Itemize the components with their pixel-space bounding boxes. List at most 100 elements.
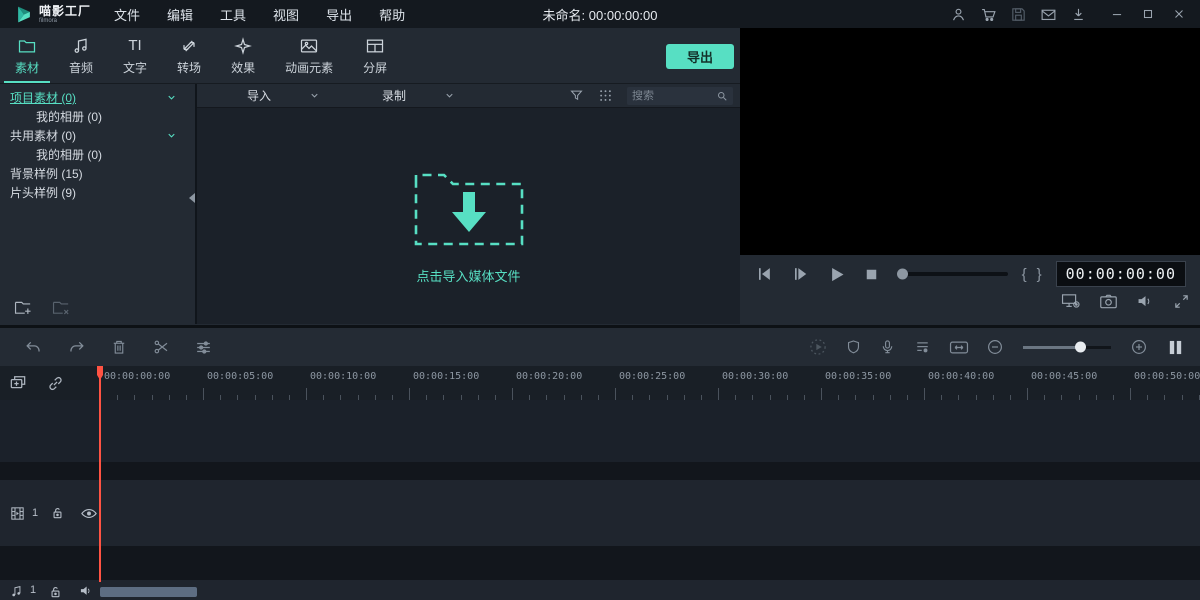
tree-item-project-media[interactable]: 项目素材 (0)	[0, 88, 195, 107]
timeline-ruler-row: 00:00:00:0000:00:05:0000:00:10:0000:00:1…	[0, 366, 1200, 400]
collapse-panel-icon[interactable]	[188, 192, 196, 204]
undo-icon[interactable]	[24, 338, 43, 357]
audio-mixer-icon[interactable]	[913, 338, 932, 356]
tab-audio[interactable]: 音频	[54, 28, 108, 83]
tab-transition[interactable]: 转场	[162, 28, 216, 83]
tree-item-shared-media[interactable]: 共用素材 (0)	[0, 126, 195, 145]
transition-arrows-icon	[179, 36, 199, 56]
import-dropdown[interactable]: 导入	[247, 87, 320, 104]
mark-out-button[interactable]: }	[1037, 266, 1042, 283]
search-input[interactable]	[632, 90, 716, 102]
folder-icon	[17, 36, 37, 56]
filter-icon[interactable]	[569, 88, 584, 103]
zoom-slider-handle[interactable]	[1075, 342, 1086, 353]
ruler-label: 00:00:30:00	[722, 371, 788, 382]
menu-edit[interactable]: 编辑	[167, 5, 193, 24]
record-dropdown[interactable]: 录制	[382, 87, 455, 104]
account-icon[interactable]	[950, 6, 967, 23]
close-button[interactable]	[1172, 7, 1186, 21]
tab-label: 音频	[69, 59, 93, 76]
preview-panel: { } 00:00:00:00	[740, 28, 1200, 325]
fullscreen-icon[interactable]	[1173, 293, 1190, 310]
play-button[interactable]	[826, 264, 847, 285]
menu-help[interactable]: 帮助	[379, 5, 405, 24]
tab-label: 转场	[177, 59, 201, 76]
tab-effects[interactable]: 效果	[216, 28, 270, 83]
lock-track-icon[interactable]	[50, 505, 65, 521]
previous-frame-button[interactable]	[754, 264, 774, 284]
timeline-empty-lane[interactable]	[0, 400, 1200, 462]
split-scissors-icon[interactable]	[152, 338, 170, 356]
playhead-line[interactable]	[99, 378, 101, 582]
ruler-label: 00:00:45:00	[1031, 371, 1097, 382]
tab-text[interactable]: TI 文字	[108, 28, 162, 83]
ruler[interactable]: 00:00:00:0000:00:05:0000:00:10:0000:00:1…	[100, 366, 1200, 400]
delete-icon[interactable]	[110, 338, 128, 356]
menu-view[interactable]: 视图	[273, 5, 299, 24]
delete-folder-icon[interactable]	[52, 298, 72, 316]
tree-item-my-album-1[interactable]: 我的相册 (0)	[0, 107, 195, 126]
sparkle-icon	[233, 36, 253, 56]
stop-button[interactable]	[862, 265, 881, 284]
volume-icon[interactable]	[1136, 293, 1155, 310]
video-track[interactable]: 1	[0, 480, 1200, 546]
properties-sliders-icon[interactable]	[194, 338, 213, 357]
redo-icon[interactable]	[67, 338, 86, 357]
panel-layout-icon[interactable]	[1165, 337, 1186, 358]
tree-item-label: 我的相册 (0)	[36, 108, 102, 125]
mark-in-button[interactable]: {	[1022, 266, 1027, 283]
tab-label: 动画元素	[285, 59, 333, 76]
tab-media[interactable]: 素材	[0, 28, 54, 83]
add-track-icon[interactable]	[8, 373, 28, 393]
playback-controls: { } 00:00:00:00	[740, 255, 1200, 325]
mail-icon[interactable]	[1040, 6, 1057, 23]
ruler-major-tick	[306, 388, 307, 400]
search-icon[interactable]	[716, 90, 728, 102]
video-viewport[interactable]	[740, 28, 1200, 255]
minimize-button[interactable]	[1110, 7, 1124, 21]
fit-timeline-icon[interactable]	[949, 339, 969, 356]
microphone-icon[interactable]	[879, 338, 896, 356]
tree-item-label: 共用素材 (0)	[10, 127, 76, 144]
shield-icon[interactable]	[845, 338, 862, 356]
maximize-button[interactable]	[1141, 7, 1155, 21]
menu-file[interactable]: 文件	[114, 5, 140, 24]
library-tree: 项目素材 (0) 我的相册 (0) 共用素材 (0) 我的相册 (0) 背景样例…	[0, 84, 197, 324]
import-folder-icon	[408, 160, 530, 252]
timeline-horizontal-scrollbar[interactable]	[100, 587, 197, 597]
chevron-down-icon[interactable]	[166, 130, 177, 141]
tree-item-my-album-2[interactable]: 我的相册 (0)	[0, 145, 195, 164]
ruler-label: 00:00:50:00	[1134, 371, 1200, 382]
menu-tools[interactable]: 工具	[220, 5, 246, 24]
export-button[interactable]: 导出	[666, 44, 734, 69]
mute-track-icon[interactable]	[78, 584, 94, 598]
link-clips-icon[interactable]	[46, 374, 65, 393]
display-settings-icon[interactable]	[1061, 292, 1081, 310]
add-folder-icon[interactable]	[14, 298, 34, 316]
lock-track-icon[interactable]	[48, 584, 63, 600]
render-preview-icon[interactable]	[808, 337, 828, 357]
preview-scrubber[interactable]	[897, 272, 1008, 276]
store-cart-icon[interactable]	[980, 6, 997, 23]
scrubber-handle[interactable]	[897, 269, 908, 280]
tab-label: 分屏	[363, 59, 387, 76]
tree-item-intro-samples[interactable]: 片头样例 (9)	[0, 183, 195, 202]
tab-elements[interactable]: 动画元素	[270, 28, 348, 83]
menu-export[interactable]: 导出	[326, 5, 352, 24]
download-update-icon[interactable]	[1070, 6, 1087, 23]
timeline-zoom-slider[interactable]	[1023, 346, 1111, 349]
save-icon[interactable]	[1010, 6, 1027, 23]
filmora-logo-icon	[16, 6, 32, 23]
zoom-out-icon[interactable]	[986, 338, 1004, 356]
tree-item-background-samples[interactable]: 背景样例 (15)	[0, 164, 195, 183]
snapshot-camera-icon[interactable]	[1099, 293, 1118, 310]
grid-view-icon[interactable]	[598, 88, 613, 103]
chevron-down-icon[interactable]	[166, 92, 177, 103]
zoom-in-icon[interactable]	[1130, 338, 1148, 356]
tab-label: 文字	[123, 59, 147, 76]
ruler-label: 00:00:05:00	[207, 371, 273, 382]
toggle-visibility-eye-icon[interactable]	[80, 506, 98, 521]
import-dropzone[interactable]: 点击导入媒体文件	[408, 160, 530, 285]
tab-splitscreen[interactable]: 分屏	[348, 28, 402, 83]
next-frame-button[interactable]	[790, 264, 810, 284]
